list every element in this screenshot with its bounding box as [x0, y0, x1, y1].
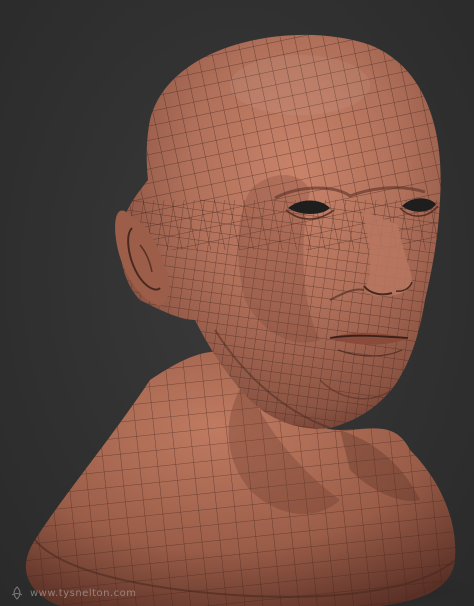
watermark-text: www.tysnelton.com [30, 587, 137, 599]
head-mesh [115, 34, 441, 429]
render-viewport: www.tysnelton.com [0, 0, 474, 606]
watermark: www.tysnelton.com [10, 586, 137, 600]
head-render [20, 34, 474, 606]
celtic-knot-icon [11, 586, 23, 600]
